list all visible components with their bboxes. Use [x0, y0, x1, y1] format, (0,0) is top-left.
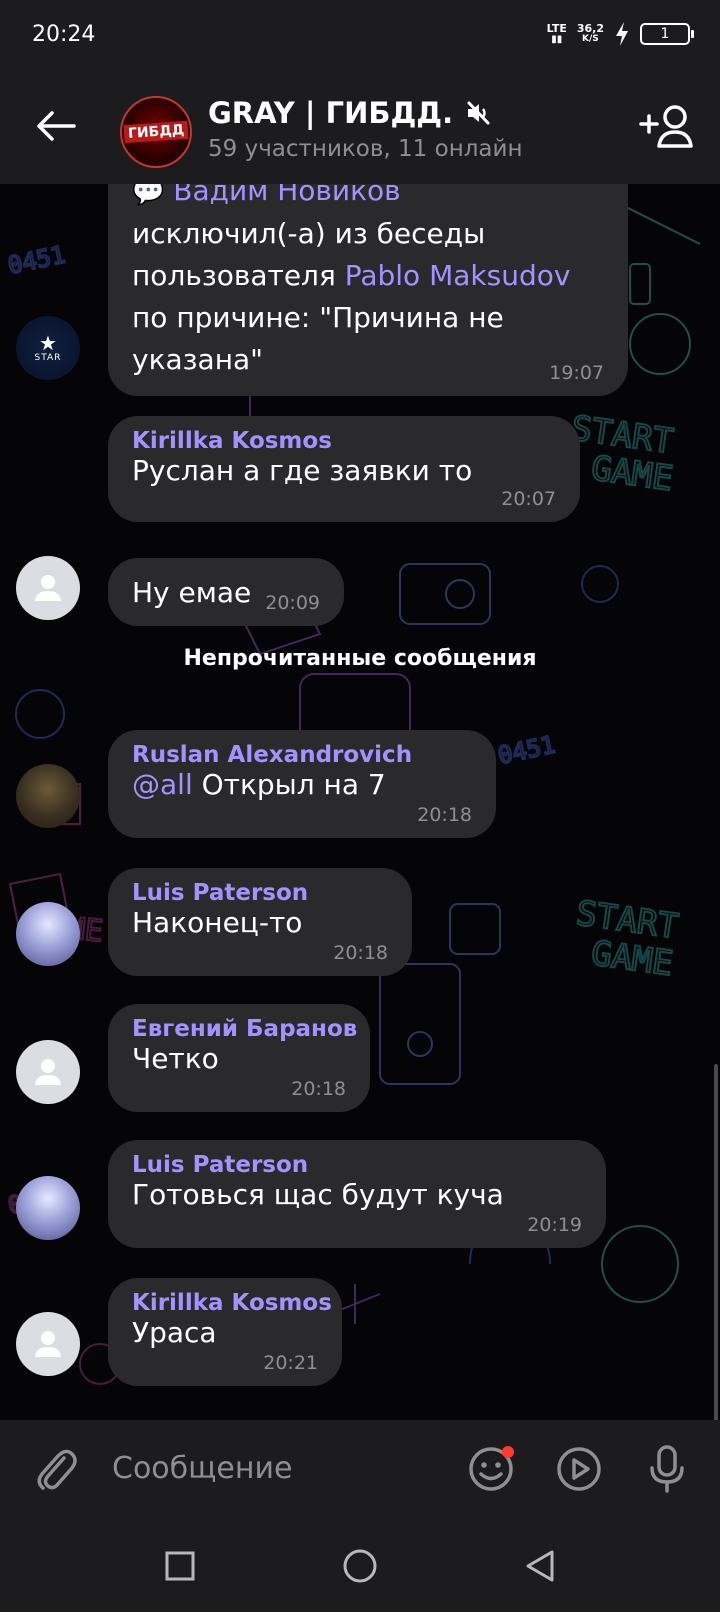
message-bubble[interactable]: Kirillka Kosmos Ураса 20:21 [108, 1278, 342, 1386]
message-bubble[interactable]: Евгений Баранов Четко 20:18 [108, 1004, 370, 1112]
nav-recents-button[interactable] [154, 1540, 206, 1592]
avatar-default[interactable] [16, 1040, 80, 1104]
message-time: 20:07 [501, 488, 556, 510]
message-text-body: Открыл на 7 [192, 768, 386, 801]
system-line-2-prefix: пользователя [132, 259, 345, 292]
user-silhouette-icon [35, 1059, 61, 1085]
chat-subtitle: 59 участников, 11 онлайн [208, 136, 523, 162]
system-navigation-bar [0, 1516, 720, 1612]
chat-avatar-text: ГИБДД [123, 120, 189, 144]
message-bubble[interactable]: Luis Paterson Готовься щас будут куча 20… [108, 1140, 606, 1248]
emoji-button[interactable] [464, 1442, 518, 1496]
sender-name[interactable]: Luis Paterson [132, 880, 388, 906]
speed-value: 36,2 [576, 22, 604, 35]
speed-indicator: 36,2 K/S [577, 23, 604, 45]
sender-name[interactable]: Евгений Баранов [132, 1016, 357, 1042]
message-text: Руслан а где заявки то [132, 454, 473, 487]
play-circle-icon [557, 1447, 601, 1491]
status-icons: LTE ▮▮ 36,2 K/S 1 [547, 22, 694, 46]
nav-recents-icon [165, 1551, 195, 1581]
message-bubble[interactable]: Ну емае 20:09 [108, 558, 344, 626]
system-line-4: указана" [132, 343, 264, 376]
message-time: 20:19 [527, 1214, 582, 1236]
notification-dot [502, 1446, 514, 1458]
sender-name[interactable]: Kirillka Kosmos [132, 428, 556, 454]
voice-message-button[interactable] [640, 1442, 694, 1496]
message-time: 20:18 [333, 942, 388, 964]
nav-back-button[interactable] [514, 1540, 566, 1592]
status-bar: 20:24 LTE ▮▮ 36,2 K/S 1 [0, 0, 720, 72]
speed-unit: K/S [582, 34, 599, 44]
system-line-2: пользователя Pablo Maksudov [132, 255, 604, 297]
microphone-icon [650, 1445, 684, 1493]
message-time: 20:18 [291, 1078, 346, 1100]
message-text: @all Открыл на 7 [132, 768, 472, 801]
avatar-luis[interactable] [16, 1176, 80, 1240]
nav-back-icon [526, 1550, 554, 1582]
video-message-button[interactable] [552, 1442, 606, 1496]
sender-name[interactable]: Ruslan Alexandrovich [132, 742, 472, 768]
nav-home-button[interactable] [334, 1540, 386, 1592]
status-time: 20:24 [32, 22, 96, 47]
system-line-1: исключил(-а) из беседы [132, 217, 486, 250]
avatar-luis[interactable] [16, 902, 80, 966]
chat-header: ГИБДД GRAY | ГИБДД. 59 участников, 11 он… [0, 72, 720, 184]
message-text: Четко [132, 1042, 219, 1075]
message-time: 20:18 [417, 804, 472, 826]
system-sender-link[interactable]: Вадим Новиков [173, 184, 400, 207]
message-composer [0, 1420, 720, 1516]
avatar-ruslan[interactable] [16, 764, 80, 828]
sender-name[interactable]: Luis Paterson [132, 1152, 582, 1178]
star-icon: ★ [39, 331, 57, 355]
system-message-bubble[interactable]: 💬 Вадим Новиков исключил(-а) из беседы п… [108, 184, 628, 396]
avatar-star-manager[interactable]: ★ STAR [16, 316, 80, 380]
message-list[interactable]: START GAME GAME START GAME 0451 0451 045… [0, 184, 720, 1420]
chat-title-row[interactable]: GRAY | ГИБДД. [208, 96, 491, 130]
arrow-left-icon [37, 111, 76, 141]
svg-text:0451: 0451 [5, 240, 67, 279]
message-text: Наконец-то [132, 906, 303, 939]
message-bubble[interactable]: Luis Paterson Наконец-то 20:18 [108, 868, 412, 976]
message-text: Готовься щас будут куча [132, 1178, 504, 1211]
sender-name[interactable]: Kirillka Kosmos [132, 1290, 332, 1316]
nav-home-icon [343, 1549, 377, 1583]
network-indicator: LTE ▮▮ [547, 23, 567, 45]
svg-text:0451: 0451 [495, 730, 557, 769]
back-button[interactable] [28, 98, 84, 154]
system-line-3: по причине: "Причина не [132, 301, 504, 334]
message-time: 20:21 [263, 1352, 318, 1374]
mute-icon [467, 101, 490, 125]
mention-link[interactable]: @all [132, 768, 193, 801]
avatar-default[interactable] [16, 1312, 80, 1376]
unread-divider: Непрочитанные сообщения [183, 646, 537, 671]
system-line-sender: 💬 Вадим Новиков [132, 184, 604, 213]
avatar-label: STAR [34, 353, 62, 363]
network-type: LTE [546, 22, 567, 35]
paperclip-icon [37, 1449, 77, 1490]
chat-title: GRAY | ГИБДД. [208, 96, 454, 130]
user-silhouette-icon [35, 575, 61, 601]
battery-level: 1 [660, 26, 670, 42]
system-removed-user-link[interactable]: Pablo Maksudov [345, 259, 571, 292]
signal-icon: ▮▮ [551, 34, 563, 45]
add-member-icon [639, 105, 693, 148]
message-text: Ураса [132, 1316, 217, 1349]
avatar-default[interactable] [16, 556, 80, 620]
message-time: 20:09 [265, 592, 320, 614]
scrollbar-thumb[interactable] [714, 1064, 718, 1420]
chat-avatar[interactable]: ГИБДД [120, 96, 192, 168]
charging-icon [616, 22, 628, 46]
message-time: 19:07 [549, 362, 604, 384]
user-silhouette-icon [35, 1331, 61, 1357]
add-member-button[interactable] [636, 98, 698, 154]
message-input[interactable] [112, 1446, 442, 1490]
battery-icon: 1 [640, 23, 694, 45]
message-bubble[interactable]: Ruslan Alexandrovich @all Открыл на 7 20… [108, 730, 496, 838]
message-bubble[interactable]: Kirillka Kosmos Руслан а где заявки то 2… [108, 416, 580, 522]
chat-bubble-icon: 💬 [132, 184, 165, 207]
attach-button[interactable] [30, 1442, 82, 1494]
